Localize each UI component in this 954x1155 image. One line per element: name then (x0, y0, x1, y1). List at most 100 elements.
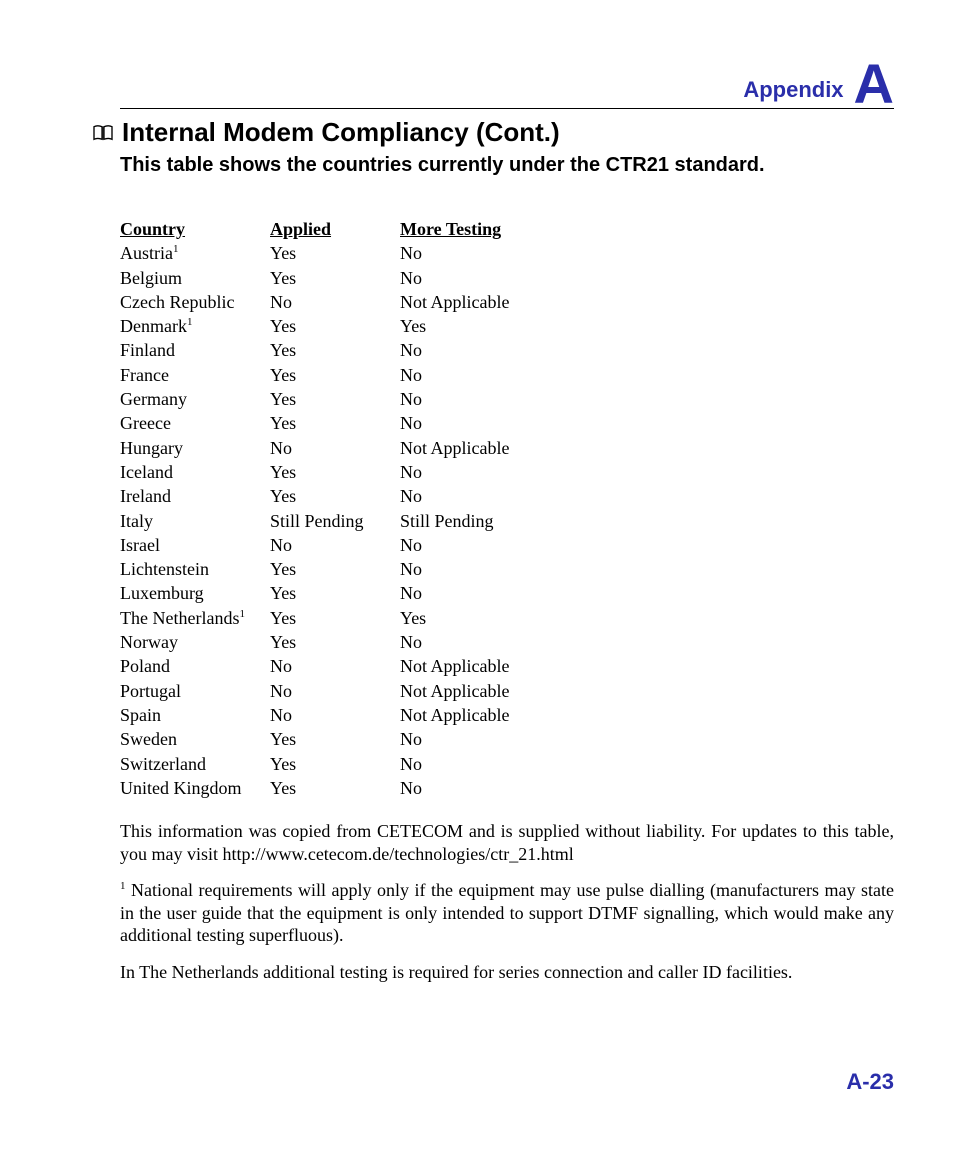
table-row: Austria1YesNo (120, 241, 894, 265)
section-subtitle: This table shows the countries currently… (120, 154, 894, 177)
cell-more-testing: No (400, 387, 580, 411)
cell-applied: No (270, 436, 400, 460)
cell-applied: Yes (270, 387, 400, 411)
cell-more-testing: Not Applicable (400, 679, 580, 703)
cell-country: Israel (120, 533, 270, 557)
page-number: A-23 (846, 1069, 894, 1095)
section-title-row: Internal Modem Compliancy (Cont.) (92, 117, 894, 148)
cell-more-testing: No (400, 557, 580, 581)
header-applied: Applied (270, 217, 400, 241)
cell-country: Germany (120, 387, 270, 411)
cell-country: Greece (120, 411, 270, 435)
cell-applied: Yes (270, 460, 400, 484)
cell-applied: Yes (270, 630, 400, 654)
cell-applied: No (270, 703, 400, 727)
header-country: Country (120, 217, 270, 241)
cell-applied: Yes (270, 411, 400, 435)
cell-applied: Yes (270, 363, 400, 387)
cell-applied: No (270, 654, 400, 678)
cell-applied: No (270, 533, 400, 557)
cell-country: Spain (120, 703, 270, 727)
cell-country: Norway (120, 630, 270, 654)
table-row: LichtensteinYesNo (120, 557, 894, 581)
compliance-table: Country Applied More Testing Austria1Yes… (120, 217, 894, 800)
table-row: SpainNoNot Applicable (120, 703, 894, 727)
cell-more-testing: No (400, 776, 580, 800)
cell-applied: Yes (270, 606, 400, 630)
table-row: FinlandYesNo (120, 338, 894, 362)
paragraph-footnote: 1 National requirements will apply only … (120, 879, 894, 947)
table-row: GermanyYesNo (120, 387, 894, 411)
table-row: PolandNoNot Applicable (120, 654, 894, 678)
cell-applied: No (270, 679, 400, 703)
table-row: SwedenYesNo (120, 727, 894, 751)
cell-country: Hungary (120, 436, 270, 460)
cell-more-testing: Not Applicable (400, 290, 580, 314)
cell-more-testing: Yes (400, 606, 580, 630)
table-row: United KingdomYesNo (120, 776, 894, 800)
cell-more-testing: No (400, 630, 580, 654)
cell-applied: Yes (270, 776, 400, 800)
cell-country: France (120, 363, 270, 387)
table-row: FranceYesNo (120, 363, 894, 387)
cell-more-testing: No (400, 752, 580, 776)
table-row: IcelandYesNo (120, 460, 894, 484)
cell-more-testing: Not Applicable (400, 654, 580, 678)
cell-applied: Yes (270, 314, 400, 338)
cell-applied: Yes (270, 484, 400, 508)
cell-applied: No (270, 290, 400, 314)
table-row: Denmark1YesYes (120, 314, 894, 338)
cell-country: Finland (120, 338, 270, 362)
table-row: GreeceYesNo (120, 411, 894, 435)
table-row: IrelandYesNo (120, 484, 894, 508)
table-row: BelgiumYesNo (120, 266, 894, 290)
cell-more-testing: No (400, 484, 580, 508)
cell-applied: Yes (270, 557, 400, 581)
cell-applied: Yes (270, 338, 400, 362)
cell-country: Denmark1 (120, 314, 270, 338)
book-icon (92, 124, 114, 142)
cell-country: Portugal (120, 679, 270, 703)
cell-more-testing: No (400, 727, 580, 751)
table-row: Czech RepublicNoNot Applicable (120, 290, 894, 314)
table-header-row: Country Applied More Testing (120, 217, 894, 241)
cell-applied: Yes (270, 266, 400, 290)
paragraph-netherlands: In The Netherlands additional testing is… (120, 961, 894, 984)
cell-country: Ireland (120, 484, 270, 508)
cell-country: Italy (120, 509, 270, 533)
cell-country: Iceland (120, 460, 270, 484)
cell-country: The Netherlands1 (120, 606, 270, 630)
section-title: Internal Modem Compliancy (Cont.) (122, 117, 560, 148)
paragraph-source: This information was copied from CETECOM… (120, 820, 894, 865)
cell-more-testing: No (400, 533, 580, 557)
appendix-label: Appendix (743, 77, 843, 103)
cell-applied: Yes (270, 727, 400, 751)
cell-country: Belgium (120, 266, 270, 290)
table-row: PortugalNoNot Applicable (120, 679, 894, 703)
cell-country: Sweden (120, 727, 270, 751)
table-row: The Netherlands1YesYes (120, 606, 894, 630)
cell-more-testing: No (400, 581, 580, 605)
header-more-testing: More Testing (400, 217, 580, 241)
table-row: LuxemburgYesNo (120, 581, 894, 605)
table-body: Austria1YesNoBelgiumYesNoCzech RepublicN… (120, 241, 894, 800)
table-row: HungaryNoNot Applicable (120, 436, 894, 460)
document-page: Appendix A Internal Modem Compliancy (Co… (0, 0, 954, 1155)
cell-country: United Kingdom (120, 776, 270, 800)
cell-more-testing: No (400, 460, 580, 484)
cell-more-testing: Not Applicable (400, 703, 580, 727)
footnote-text: National requirements will apply only if… (120, 880, 894, 945)
table-row: NorwayYesNo (120, 630, 894, 654)
cell-more-testing: Yes (400, 314, 580, 338)
cell-more-testing: Still Pending (400, 509, 580, 533)
table-row: IsraelNoNo (120, 533, 894, 557)
cell-applied: Yes (270, 752, 400, 776)
cell-more-testing: No (400, 411, 580, 435)
cell-applied: Yes (270, 581, 400, 605)
cell-country: Luxemburg (120, 581, 270, 605)
cell-more-testing: No (400, 363, 580, 387)
cell-more-testing: No (400, 241, 580, 265)
table-row: ItalyStill PendingStill Pending (120, 509, 894, 533)
cell-country: Austria1 (120, 241, 270, 265)
cell-more-testing: No (400, 266, 580, 290)
